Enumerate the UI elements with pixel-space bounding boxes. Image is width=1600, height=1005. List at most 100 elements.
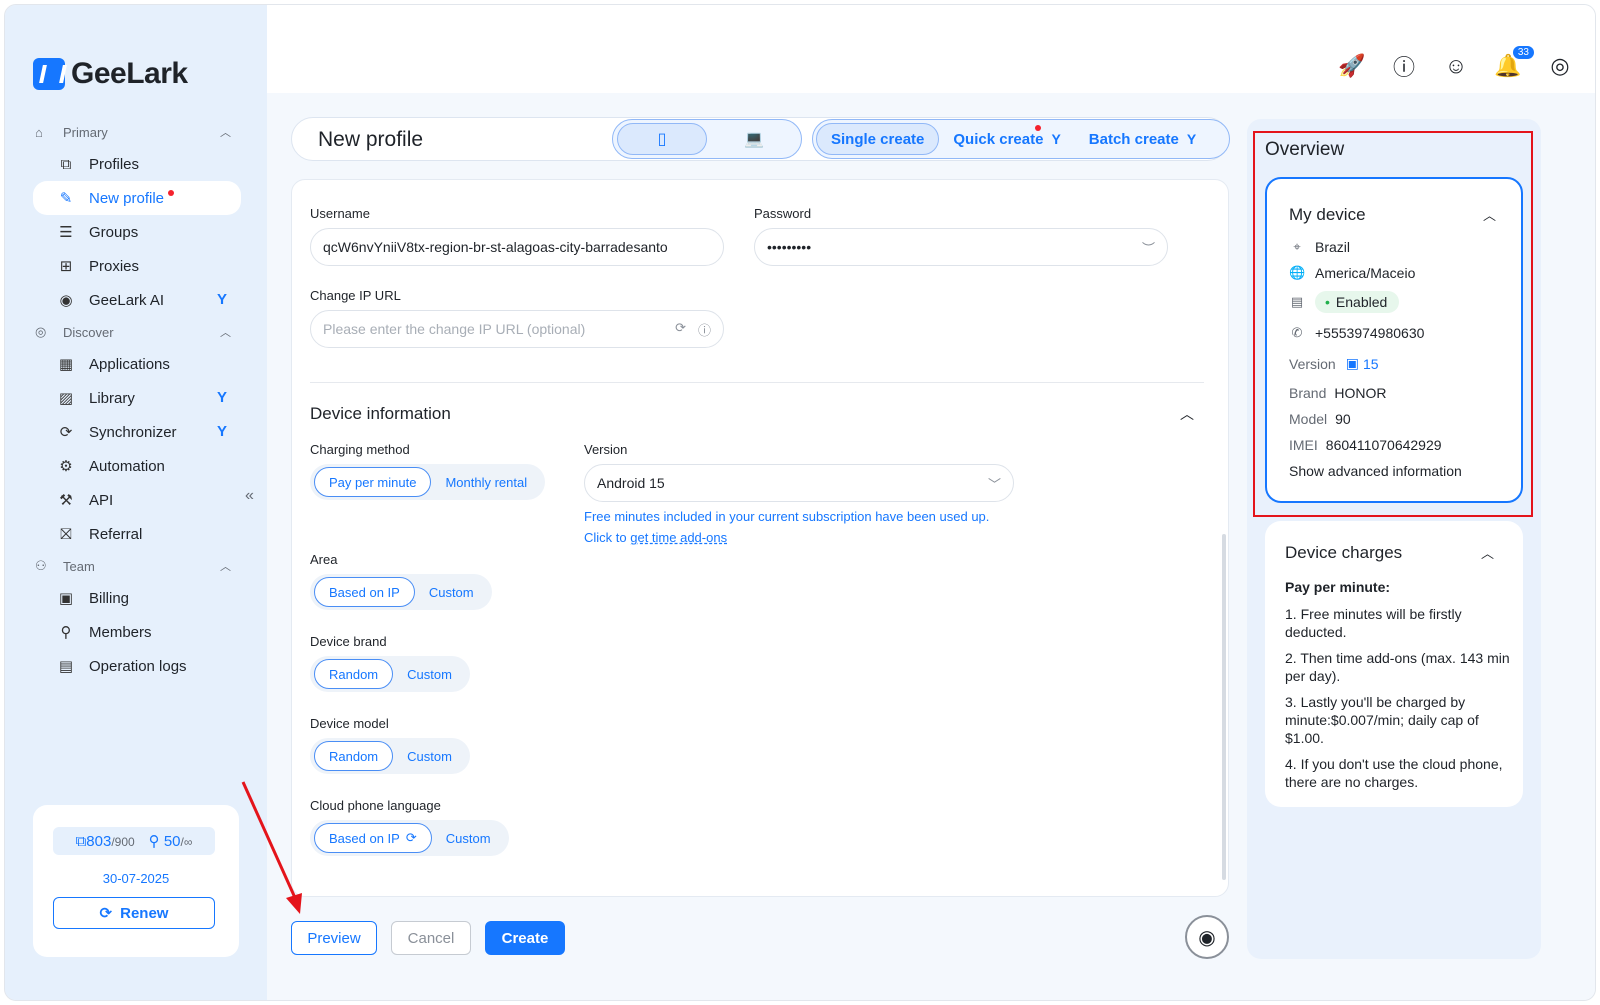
help-icon[interactable]: ⓘ — [1391, 53, 1417, 80]
monthly-rental-option[interactable]: Monthly rental — [431, 467, 541, 497]
refresh-icon: ⟳ — [405, 830, 417, 845]
sim-card-icon: ▤ — [1290, 294, 1304, 309]
sidebar-item-proxies[interactable]: ⊞ Proxies — [5, 249, 267, 283]
device-phone-number: ✆ +5553974980630 — [1289, 325, 1425, 341]
sidebar-item-synchronizer[interactable]: ⟳ Synchronizer Y — [5, 415, 267, 449]
create-mode-tabs: Single create Quick create Y Batch create… — [812, 119, 1230, 159]
sidebar-item-members[interactable]: ⚲ Members — [5, 615, 267, 649]
charges-list: 1. Free minutes will be firstly deducted… — [1285, 605, 1511, 799]
model-random-option[interactable]: Random — [314, 741, 394, 771]
list-item: 3. Lastly you'll be charged by minute:$0… — [1285, 694, 1479, 746]
device-version: Version ▣ 15 — [1289, 355, 1379, 372]
area-selector: Based on IP Custom — [310, 574, 492, 610]
tab-single-create[interactable]: Single create — [816, 123, 940, 155]
hide-password-icon[interactable]: ︶ — [1142, 238, 1155, 257]
sidebar-item-operation-logs[interactable]: ▤ Operation logs — [5, 649, 267, 683]
globe-icon: 🌐 — [1289, 265, 1306, 280]
charging-method-label: Charging method — [310, 442, 410, 457]
chevron-up-icon[interactable]: ︿ — [1483, 205, 1496, 224]
area-custom-option[interactable]: Custom — [415, 577, 488, 607]
account-avatar-icon[interactable]: ◎ — [1547, 53, 1573, 79]
collapse-sidebar-icon[interactable]: « — [245, 487, 254, 505]
chevron-down-icon: ﹀ — [987, 476, 1001, 492]
tab-batch-create[interactable]: Batch create Y — [1075, 123, 1210, 155]
pay-per-minute-option[interactable]: Pay per minute — [314, 467, 432, 497]
cloud-phone-language-label: Cloud phone language — [310, 798, 441, 813]
list-item: 4. If you don't use the cloud phone, the… — [1285, 756, 1503, 790]
rocket-icon[interactable]: 🚀 — [1338, 53, 1365, 79]
language-based-on-ip-option[interactable]: Based on IP ⟳ — [314, 823, 432, 853]
plan-card: ⧉803/900 ⚲ 50/∞ 30-07-2025 ⟳ Renew — [33, 805, 239, 957]
language-custom-option[interactable]: Custom — [432, 823, 505, 853]
sidebar-nav: ⌂ Primary ︿ ⧉ Profiles ✎ New profile ☰ G… — [5, 117, 267, 683]
device-brand-label: Device brand — [310, 634, 387, 649]
sidebar-item-applications[interactable]: ▦ Applications — [5, 347, 267, 381]
notification-bell-icon[interactable]: 🔔 33 — [1494, 45, 1535, 79]
ai-assistant-icon[interactable]: ◉ — [1185, 915, 1229, 959]
change-ip-input[interactable]: Please enter the change IP URL (optional… — [310, 310, 724, 348]
main-content: New profile ▯ 💻 Single create Quick crea… — [267, 93, 1595, 1000]
nav-section-discover[interactable]: ◎ Discover ︿ — [5, 317, 267, 347]
section-divider — [310, 382, 1204, 383]
sidebar-item-api[interactable]: ⚒ API — [5, 483, 267, 517]
tab-quick-create[interactable]: Quick create Y — [939, 123, 1074, 155]
network-icon: ⊞ — [59, 258, 73, 275]
team-icon: ⚇ — [35, 558, 47, 573]
my-device-card: My device ︿ ⌖ Brazil 🌐 America/Maceio ▤ • En… — [1265, 177, 1523, 503]
sidebar-item-library[interactable]: ▨ Library Y — [5, 381, 267, 415]
premium-star-icon: Y — [217, 423, 228, 440]
username-input[interactable]: qcW6nvYniiV8tx-region-br-st-alagoas-city… — [310, 228, 724, 266]
cancel-button[interactable]: Cancel — [391, 921, 471, 955]
sidebar-item-automation[interactable]: ⚙ Automation — [5, 449, 267, 483]
app-logo[interactable]: GeeLark — [33, 57, 188, 91]
desktop-device-option[interactable]: 💻 — [709, 123, 799, 155]
planet-icon: ◎ — [35, 324, 47, 339]
create-button[interactable]: Create — [485, 921, 565, 955]
nav-section-primary[interactable]: ⌂ Primary ︿ — [5, 117, 267, 147]
notification-badge: 33 — [1511, 45, 1535, 60]
version-select[interactable]: Android 15 ﹀ — [584, 464, 1014, 502]
edit-icon: ✎ — [59, 190, 73, 207]
sidebar-item-profiles[interactable]: ⧉ Profiles — [5, 147, 267, 181]
plan-expiry-date: 30-07-2025 — [102, 871, 170, 886]
member-quota: ⚲ 50/∞ — [148, 833, 193, 850]
refresh-icon[interactable]: ⟳ — [675, 320, 686, 339]
chevron-up-icon[interactable]: ︿ — [1180, 404, 1194, 424]
brand-custom-option[interactable]: Custom — [393, 659, 466, 689]
list-item: 2. Then time add-ons (max. 143 min per d… — [1285, 650, 1510, 684]
sidebar-item-billing[interactable]: ▣ Billing — [5, 581, 267, 615]
profiles-icon: ⧉ — [60, 155, 72, 173]
profile-quota: ⧉803/900 — [75, 832, 135, 850]
overview-panel: Overview My device ︿ ⌖ Brazil 🌐 America/Ma… — [1247, 119, 1541, 959]
profiles-small-icon: ⧉ — [75, 832, 87, 850]
sidebar-item-geelark-ai[interactable]: ◉ GeeLark AI Y — [5, 283, 267, 317]
geelark-logo-icon — [33, 58, 65, 90]
new-indicator-dot — [168, 190, 175, 196]
user-small-icon: ⚲ — [148, 833, 160, 850]
sidebar-item-groups[interactable]: ☰ Groups — [5, 215, 267, 249]
premium-star-icon: Y — [1051, 131, 1061, 147]
get-time-addons-link[interactable]: get time add-ons — [630, 530, 727, 545]
version-hint: Free minutes included in your current su… — [584, 509, 990, 545]
app-name: GeeLark — [71, 57, 188, 90]
chevron-up-icon[interactable]: ︿ — [1481, 543, 1494, 562]
chevron-up-icon: ︿ — [220, 127, 231, 139]
renew-button[interactable]: ⟳ Renew — [53, 897, 215, 929]
password-input[interactable]: ••••••••• ︶ — [754, 228, 1168, 266]
sidebar-item-new-profile[interactable]: ✎ New profile — [33, 181, 241, 215]
area-based-on-ip-option[interactable]: Based on IP — [314, 577, 415, 607]
support-agent-icon[interactable]: ☺ — [1443, 53, 1469, 79]
info-icon[interactable]: ⓘ — [698, 320, 711, 339]
model-custom-option[interactable]: Custom — [393, 741, 466, 771]
mobile-device-option[interactable]: ▯ — [617, 123, 707, 155]
area-label: Area — [310, 552, 338, 567]
device-imei: IMEI 860411070642929 — [1289, 437, 1442, 453]
brand-random-option[interactable]: Random — [314, 659, 394, 689]
show-advanced-information-link[interactable]: Show advanced information — [1289, 463, 1462, 479]
preview-button[interactable]: Preview — [291, 921, 377, 955]
android-icon: ▣ — [1345, 355, 1359, 371]
sidebar-item-referral[interactable]: ⛝ Referral — [5, 517, 267, 551]
home-icon: ⌂ — [35, 124, 43, 140]
form-scrollbar[interactable] — [1222, 534, 1226, 880]
nav-section-team[interactable]: ⚇ Team ︿ — [5, 551, 267, 581]
